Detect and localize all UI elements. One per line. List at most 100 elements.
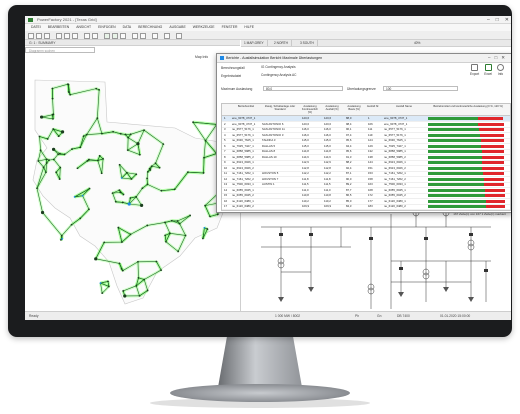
substation-node[interactable] (51, 113, 54, 116)
substation-node[interactable] (39, 149, 42, 152)
substation-node[interactable] (36, 187, 38, 190)
substation-node[interactable] (146, 224, 149, 227)
substation-node[interactable] (117, 226, 120, 229)
substation-node[interactable] (137, 260, 139, 263)
table-row[interactable]: 17 ne_6120_6480_2 109,9 109,9 84,3 183 ne_6120… (222, 204, 510, 210)
close-button[interactable]: ✕ (505, 16, 509, 24)
menu-item-datei[interactable]: DATEI (31, 24, 41, 31)
substation-node[interactable] (126, 149, 129, 152)
substation-node[interactable] (177, 250, 180, 253)
substation-node[interactable] (57, 135, 60, 138)
substation-node[interactable] (209, 215, 211, 218)
substation-node[interactable] (125, 171, 128, 174)
col-auslastung-kont[interactable]: Auslastung Kontinuierlich [%] (300, 105, 320, 114)
substation-node[interactable] (38, 135, 41, 138)
substation-node[interactable] (158, 166, 161, 169)
substation-node[interactable] (100, 172, 103, 175)
substation-node[interactable] (100, 132, 103, 135)
substation-node[interactable] (146, 177, 149, 180)
open-icon[interactable] (36, 33, 42, 39)
substation-node[interactable] (165, 240, 167, 243)
substation-node[interactable] (85, 133, 88, 136)
substation-node[interactable] (94, 257, 98, 261)
substation-node[interactable] (155, 260, 158, 263)
new-icon[interactable] (28, 33, 34, 39)
substation-node[interactable] (184, 234, 187, 237)
substation-node[interactable] (51, 97, 54, 100)
col-auslastung-basis[interactable]: Auslastung Basis [%] (344, 105, 364, 111)
substation-node[interactable] (173, 188, 176, 191)
substation-node[interactable] (107, 280, 109, 283)
substation-node[interactable] (67, 91, 70, 93)
substation-node[interactable] (59, 152, 61, 155)
substation-node[interactable] (88, 187, 91, 190)
substation-node[interactable] (39, 115, 44, 119)
substation-node[interactable] (146, 183, 149, 186)
substation-node[interactable] (37, 160, 40, 162)
substation-node[interactable] (95, 87, 98, 90)
col-ausfall-name[interactable]: Ausfall Name (384, 105, 424, 108)
minimize-button[interactable]: – (487, 16, 490, 24)
col-auslastung-ausfall[interactable]: Auslastung Ausfall [%] (322, 105, 342, 111)
substation-node[interactable] (119, 191, 122, 194)
zoom-out-icon[interactable] (140, 33, 146, 39)
substation-node[interactable] (52, 128, 55, 130)
substation-node[interactable] (122, 193, 125, 196)
substation-node[interactable] (124, 133, 127, 136)
maximize-button[interactable]: □ (496, 16, 499, 24)
menu-item-berechnung[interactable]: BERECHNUNG (138, 24, 162, 31)
substation-node[interactable] (129, 197, 132, 199)
substation-node[interactable] (88, 208, 90, 211)
substation-node[interactable] (135, 195, 138, 198)
substation-node[interactable] (45, 171, 47, 174)
substation-node[interactable] (120, 267, 123, 270)
print-icon[interactable] (152, 33, 158, 39)
substation-node[interactable] (98, 88, 101, 91)
substation-node[interactable] (138, 294, 141, 297)
substation-node[interactable] (51, 87, 54, 90)
substation-node[interactable] (101, 292, 104, 295)
zoom-in-icon[interactable] (132, 33, 138, 39)
substation-node[interactable] (160, 189, 163, 192)
substation-node[interactable] (60, 130, 65, 134)
contingency-icon[interactable] (120, 33, 126, 39)
help-icon[interactable] (176, 33, 182, 39)
substation-node[interactable] (202, 172, 205, 174)
substation-node[interactable] (52, 118, 54, 120)
substation-node[interactable] (111, 192, 114, 195)
substation-node[interactable] (61, 238, 64, 240)
overload-limit-input[interactable]: 100 (383, 86, 458, 91)
substation-node[interactable] (121, 269, 124, 272)
substation-node[interactable] (79, 146, 82, 149)
substation-node[interactable] (88, 158, 90, 161)
substation-node[interactable] (140, 203, 144, 207)
substation-node[interactable] (204, 204, 206, 207)
zoom-level[interactable]: 40% (411, 40, 423, 46)
substation-node[interactable] (48, 159, 50, 162)
substation-node[interactable] (57, 153, 60, 156)
substation-node[interactable] (99, 282, 102, 284)
substation-node[interactable] (203, 156, 205, 159)
substation-node[interactable] (76, 167, 79, 170)
substation-node[interactable] (148, 167, 151, 170)
geographic-map[interactable] (25, 60, 241, 312)
menu-item-werkzeuge[interactable]: WERKZEUGE (193, 24, 215, 31)
substation-node[interactable] (40, 210, 45, 215)
substation-node[interactable] (176, 220, 179, 222)
substation-node[interactable] (169, 232, 171, 235)
substation-node[interactable] (143, 129, 145, 131)
substation-node[interactable] (170, 219, 173, 222)
results-table[interactable]: Betriebsmittel Zweig, Schaltanlage oder … (221, 103, 511, 211)
substation-node[interactable] (204, 139, 207, 142)
tab-north[interactable]: 2 NORTH (271, 40, 292, 46)
substation-node[interactable] (112, 130, 115, 133)
substation-node[interactable] (206, 228, 209, 230)
cut-icon[interactable] (56, 33, 62, 39)
substation-node[interactable] (129, 133, 132, 136)
save-icon[interactable] (44, 33, 50, 39)
menu-item-fenster[interactable]: FENSTER (222, 24, 238, 31)
diagram-search-input[interactable]: Diagramm suchen (25, 47, 95, 53)
substation-node[interactable] (135, 173, 138, 176)
info-button[interactable]: Info (497, 64, 504, 76)
col-ausfall-nr[interactable]: Ausfall Nr. (366, 105, 380, 108)
